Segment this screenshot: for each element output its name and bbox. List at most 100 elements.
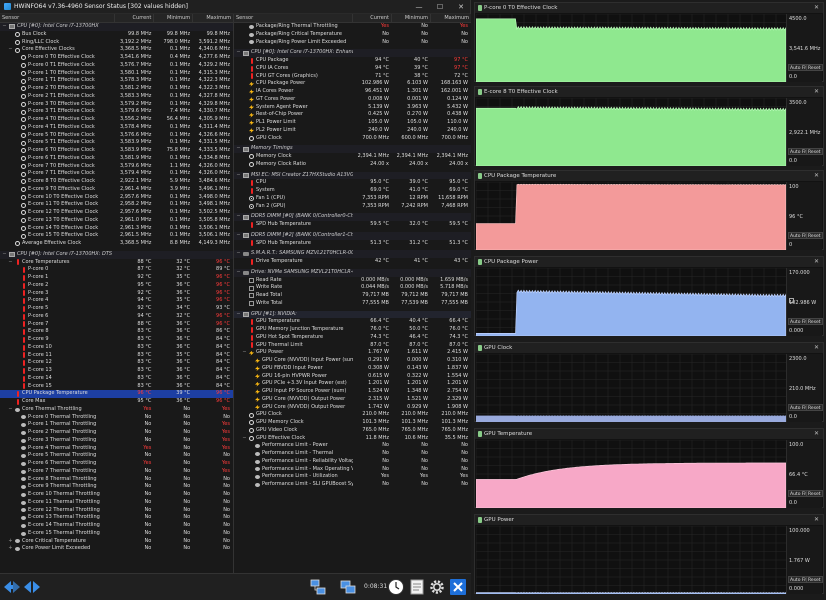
sensor-row[interactable]: − Core Temperatures 88 °C 32 °C 96 °C: [0, 259, 233, 267]
sensor-row[interactable]: P-core 3 T0 Effective Clock 3,579.2 MHz 0.…: [0, 101, 233, 109]
sensor-row[interactable]: Average Effective Clock 3,368.5 MHz 8.8 MH…: [0, 240, 233, 248]
network-icon[interactable]: [308, 577, 328, 597]
sensor-row[interactable]: Read Total 79,717 MB 79,712 MB 79,717 MB: [234, 292, 471, 300]
collapse-icon[interactable]: −: [236, 311, 241, 319]
collapse-icon[interactable]: −: [236, 145, 241, 153]
sensor-row[interactable]: Performance Limit - Reliability Voltage N…: [234, 458, 471, 466]
sensor-row[interactable]: − Core Thermal Throttling Yes No Yes: [0, 406, 233, 414]
sensor-row[interactable]: P-core 3 Thermal Throttling No No Yes: [0, 437, 233, 445]
close-icon[interactable]: ✕: [452, 0, 470, 14]
sensor-row[interactable]: CPU Package Temperature 96 °C 39 °C 96 °C: [0, 390, 233, 398]
reset-button[interactable]: Reset: [806, 64, 823, 71]
sensor-row[interactable]: CPU GT Cores (Graphics) 71 °C 38 °C 72 °C: [234, 73, 471, 81]
sensor-row[interactable]: GT Cores Power 0.008 W 0.001 W 0.124 W: [234, 96, 471, 104]
column-maximum[interactable]: Maximum: [431, 14, 471, 22]
sensor-row[interactable]: E-core 8 T0 Effective Clock 2,922.1 MHz 5.…: [0, 178, 233, 186]
sensor-row[interactable]: Performance Limit - Power No No No: [234, 442, 471, 450]
sensor-row[interactable]: Performance Limit - SLI GPUBoost Sync No N…: [234, 481, 471, 489]
sensor-row[interactable]: System Agent Power 5.139 W 3.963 W 5.432 W: [234, 104, 471, 112]
sensor-pane-right[interactable]: Sensor Current Minimum Maximum Package/R…: [234, 14, 471, 573]
collapse-icon[interactable]: −: [236, 269, 241, 277]
sensor-row[interactable]: E-core 9 83 °C 36 °C 84 °C: [0, 336, 233, 344]
sensor-row[interactable]: Performance Limit - Utilization Yes Yes Yes: [234, 473, 471, 481]
collapse-icon[interactable]: −: [236, 213, 241, 221]
sensor-row[interactable]: P-core 4 Thermal Throttling Yes No Yes: [0, 445, 233, 453]
remote-monitor-icon[interactable]: [338, 577, 358, 597]
sensor-row[interactable]: P-core 2 95 °C 36 °C 96 °C: [0, 282, 233, 290]
sensor-row[interactable]: GPU Video Clock 765.0 MHz 765.0 MHz 765.0 M…: [234, 427, 471, 435]
sensor-row[interactable]: GPU Memory Junction Temperature 76.0 °C 50…: [234, 326, 471, 334]
sensor-row[interactable]: E-core 15 Thermal Throttling No No No: [0, 530, 233, 538]
sensor-row[interactable]: GPU Core (NVVDD) Input Power (sum) 0.291 …: [234, 357, 471, 365]
reset-button[interactable]: Reset: [806, 148, 823, 155]
sensor-row[interactable]: Memory Clock 2,394.1 MHz 2,394.1 MHz 2,394.…: [234, 153, 471, 161]
sensor-row[interactable]: Drive Temperature 42 °C 41 °C 43 °C: [234, 258, 471, 266]
sensor-row[interactable]: E-core 14 83 °C 36 °C 84 °C: [0, 375, 233, 383]
sensor-row[interactable]: Performance Limit - Thermal No No No: [234, 450, 471, 458]
sensor-row[interactable]: P-core 1 T1 Effective Clock 3,578.3 MHz 0.…: [0, 77, 233, 85]
reset-button[interactable]: Reset: [806, 490, 823, 497]
sensor-row[interactable]: − Core Effective Clocks 3,368.5 MHz 0.1 MHz…: [0, 46, 233, 54]
sensor-row[interactable]: GPU Core (NVVDD) Output Power 1.742 W 0.92…: [234, 404, 471, 412]
column-current[interactable]: Current: [353, 14, 392, 22]
graph-title-bar[interactable]: E-core 8 T0 Effective Clock ✕: [475, 87, 823, 97]
column-maximum[interactable]: Maximum: [193, 14, 233, 22]
graph-window[interactable]: GPU Clock ✕ 2300.0 210.0 MHz 0.0 Auto Fit Rese…: [474, 342, 824, 422]
collapse-icon[interactable]: −: [8, 259, 13, 267]
sensor-row[interactable]: Read Rate 0.000 MB/s 0.000 MB/s 1.659 MB/s: [234, 277, 471, 285]
column-minimum[interactable]: Minimum: [392, 14, 431, 22]
sensor-row[interactable]: GPU 16-pin HVPWR Power 0.615 W 0.322 W 1.55…: [234, 373, 471, 381]
sensor-row[interactable]: GPU Clock 210.0 MHz 210.0 MHz 210.0 MHz: [234, 411, 471, 419]
sensor-group-header[interactable]: − DDR5 DIMM [#2] (BANK 0/Controller1-Chan…: [234, 231, 471, 240]
close-icon[interactable]: ✕: [814, 343, 819, 353]
sensor-row[interactable]: P-core 1 Thermal Throttling No No Yes: [0, 421, 233, 429]
sensor-row[interactable]: P-core 7 T1 Effective Clock 3,579.4 MHz 0.…: [0, 170, 233, 178]
sensor-row[interactable]: P-core 7 T0 Effective Clock 3,579.6 MHz 1.…: [0, 163, 233, 171]
sensor-row[interactable]: E-core 9 Thermal Throttling No No No: [0, 483, 233, 491]
collapse-icon[interactable]: −: [242, 349, 247, 357]
sensor-row[interactable]: E-core 15 T0 Effective Clock 2,961.5 MHz 0…: [0, 232, 233, 240]
sensor-row[interactable]: P-core 4 T1 Effective Clock 3,578.4 MHz 0.…: [0, 124, 233, 132]
sensor-row[interactable]: + Core Power Limit Exceeded No No No: [0, 545, 233, 553]
collapse-icon[interactable]: −: [236, 172, 241, 180]
sensor-row[interactable]: E-core 10 Thermal Throttling No No No: [0, 491, 233, 499]
sensor-row[interactable]: P-core 5 T1 Effective Clock 3,583.9 MHz 0.…: [0, 139, 233, 147]
column-sensor[interactable]: Sensor: [234, 14, 353, 22]
sensor-row[interactable]: E-core 13 Thermal Throttling No No No: [0, 514, 233, 522]
graph-window[interactable]: P-core 0 T0 Effective Clock ✕ 4500.0 3,541.…: [474, 2, 824, 82]
sensor-group-header[interactable]: − CPU [#0]: Intel Core i7-13700HX: [0, 23, 233, 31]
nav-left-right-icon[interactable]: [2, 577, 22, 597]
sensor-row[interactable]: SPD Hub Temperature 51.3 °C 31.2 °C 51.3 °C: [234, 240, 471, 248]
sensor-row[interactable]: CPU Package Power 102.986 W 6.103 W 168.163…: [234, 80, 471, 88]
close-icon[interactable]: ✕: [814, 87, 819, 97]
sensor-row[interactable]: Fan 1 (CPU) 7,353 RPM 12 RPM 11,658 RPM: [234, 195, 471, 203]
sensor-row[interactable]: E-core 11 Thermal Throttling No No No: [0, 499, 233, 507]
sensor-row[interactable]: E-core 12 Thermal Throttling No No No: [0, 507, 233, 515]
sensor-row[interactable]: Bus Clock 99.8 MHz 99.8 MHz 99.8 MHz: [0, 31, 233, 39]
collapse-icon[interactable]: −: [2, 23, 7, 31]
sensor-row[interactable]: E-core 9 T0 Effective Clock 2,961.4 MHz 3.…: [0, 186, 233, 194]
sensor-row[interactable]: GPU Core (NVVDD) Output Power 2.315 W 1.52…: [234, 396, 471, 404]
sensor-row[interactable]: P-core 6 Thermal Throttling Yes No Yes: [0, 460, 233, 468]
sensor-row[interactable]: E-core 10 T0 Effective Clock 2,957.6 MHz 0…: [0, 194, 233, 202]
maximize-icon[interactable]: ☐: [431, 0, 449, 14]
collapse-icon[interactable]: −: [8, 46, 13, 54]
collapse-icon[interactable]: −: [8, 406, 13, 414]
graph-window[interactable]: CPU Package Temperature ✕ 100 96 °C 0 Auto Fi…: [474, 170, 824, 250]
sensor-row[interactable]: System 69.0 °C 41.0 °C 69.0 °C: [234, 187, 471, 195]
sensor-row[interactable]: E-core 11 83 °C 35 °C 84 °C: [0, 352, 233, 360]
graph-window[interactable]: GPU Temperature ✕ 100.0 66.4 °C 0.0 Auto Fit R…: [474, 428, 824, 508]
reset-button[interactable]: Reset: [806, 404, 823, 411]
expand-icon[interactable]: +: [8, 538, 13, 546]
sensor-row[interactable]: CPU IA Cores 94 °C 39 °C 97 °C: [234, 65, 471, 73]
sensor-row[interactable]: Performance Limit - Max Operating Volta……: [234, 466, 471, 474]
sensor-row[interactable]: E-core 12 T0 Effective Clock 2,957.6 MHz 0…: [0, 209, 233, 217]
sensor-row[interactable]: Ring/LLC Clock 3,192.2 MHz 798.0 MHz 3,591.…: [0, 39, 233, 47]
graph-title-bar[interactable]: CPU Package Temperature ✕: [475, 171, 823, 181]
sensor-group-header[interactable]: − GPU [#1]: NVIDIA:: [234, 310, 471, 319]
column-current[interactable]: Current: [115, 14, 155, 22]
sensor-row[interactable]: P-core 1 T0 Effective Clock 3,580.1 MHz 0.…: [0, 70, 233, 78]
sensor-row[interactable]: PL1 Power Limit 105.0 W 105.0 W 110.0 W: [234, 119, 471, 127]
close-icon[interactable]: ✕: [814, 171, 819, 181]
collapse-icon[interactable]: −: [2, 251, 7, 259]
